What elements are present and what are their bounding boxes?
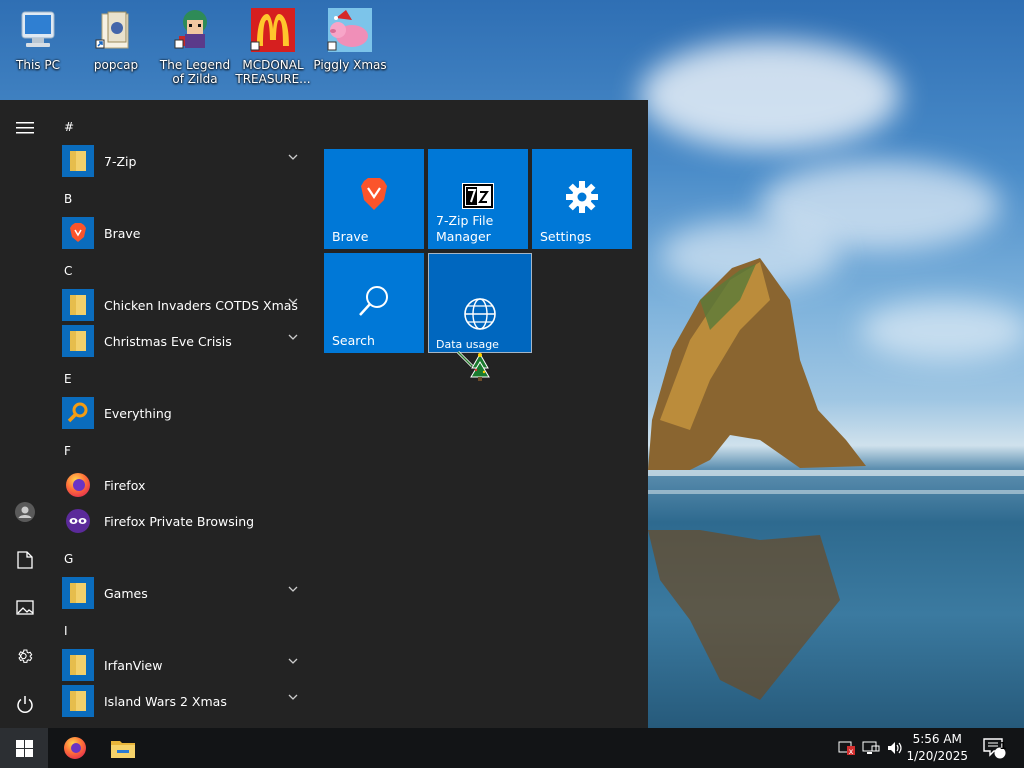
globe-icon <box>428 297 532 331</box>
group-header[interactable]: B <box>64 192 72 206</box>
app-item-games[interactable]: Games <box>62 576 312 610</box>
firefox-icon <box>62 469 94 501</box>
chevron-down-icon[interactable] <box>288 298 298 305</box>
volume-icon[interactable] <box>884 728 906 768</box>
chevron-down-icon[interactable] <box>288 658 298 665</box>
app-item-label: Island Wars 2 Xmas <box>104 693 227 709</box>
desktop-icon-label: popcap <box>93 58 139 72</box>
app-item-firefox[interactable]: Firefox <box>62 468 312 502</box>
desktop-icon-label: Piggly Xmas <box>313 58 387 72</box>
tile-7zip-file-manager[interactable]: 7-Zip File Manager <box>428 149 528 249</box>
app-item-label: 7-Zip <box>104 153 137 169</box>
user-icon[interactable] <box>0 488 50 536</box>
desktop-icon-label: The Legend of Zilda <box>159 58 231 86</box>
tile-brave[interactable]: Brave <box>324 149 424 249</box>
app-item-label: IrfanView <box>104 657 163 673</box>
tile-label-line: 7-Zip File <box>436 213 494 228</box>
desktop-icon-mcdonal-treasure[interactable]: MCDONAL TREASURE... <box>235 4 311 86</box>
app-item-everything[interactable]: Everything <box>62 396 312 430</box>
folder-icon <box>62 289 94 321</box>
security-alert-icon[interactable]: x <box>836 728 858 768</box>
chevron-down-icon[interactable] <box>288 586 298 593</box>
desktop-icon-label: MCDONAL TREASURE... <box>235 58 311 86</box>
tile-label: Brave <box>332 229 369 244</box>
notification-count: 1 <box>999 741 1007 752</box>
app-item-christmas-eve-crisis[interactable]: Christmas Eve Crisis <box>62 324 312 358</box>
app-item-label: Chicken Invaders COTDS Xmas <box>104 297 298 313</box>
group-header[interactable]: C <box>64 264 72 278</box>
windows-start-icon[interactable] <box>0 728 48 768</box>
firefox-icon[interactable] <box>52 728 98 768</box>
gear-icon <box>532 179 632 215</box>
tile-label: 7-Zip File Manager <box>436 213 493 245</box>
clock[interactable]: 5:56 AM 1/20/2025 <box>906 731 968 765</box>
brave-icon <box>62 217 94 249</box>
tile-search[interactable]: Search <box>324 253 424 353</box>
mcdonalds-icon <box>249 6 297 54</box>
tile-label: Search <box>332 333 375 348</box>
svg-text:x: x <box>849 747 854 756</box>
clock-date: 1/20/2025 <box>906 749 968 763</box>
group-header[interactable]: G <box>64 552 73 566</box>
desktop-icon-popcap[interactable]: popcap <box>78 4 154 72</box>
folder-icon <box>62 145 94 177</box>
app-item-island-wars[interactable]: Island Wars 2 Xmas <box>62 684 312 718</box>
group-header[interactable]: # <box>64 120 74 134</box>
xmas-tree-cursor <box>456 350 490 381</box>
notification-icon[interactable]: 1 <box>980 728 1008 768</box>
search-magnifier-icon <box>62 397 94 429</box>
settings-icon[interactable] <box>0 632 50 680</box>
documents-icon[interactable] <box>0 536 50 584</box>
folder-icon <box>62 649 94 681</box>
desktop-icon-legend-of-zilda[interactable]: The Legend of Zilda <box>157 4 233 86</box>
desktop-icon-this-pc[interactable]: This PC <box>0 4 76 72</box>
chevron-down-icon[interactable] <box>288 694 298 701</box>
app-item-firefox-private[interactable]: Firefox Private Browsing <box>62 504 312 538</box>
app-item-irfanview[interactable]: IrfanView <box>62 648 312 682</box>
brave-icon <box>324 177 424 213</box>
tile-label: Settings <box>540 229 592 244</box>
folder-icon <box>62 325 94 357</box>
desktop-icon-label: This PC <box>16 58 60 72</box>
tile-label-line: Manager <box>436 229 491 244</box>
7zip-icon <box>428 183 528 209</box>
app-item-label: Everything <box>104 405 172 421</box>
tile-data-usage[interactable]: Data usage <box>428 253 532 353</box>
taskbar: x 5:56 AM 1/20/2025 1 <box>0 728 1024 768</box>
firefox-private-icon <box>62 505 94 537</box>
network-icon[interactable] <box>860 728 882 768</box>
this-pc-icon <box>14 6 62 54</box>
menu-icon[interactable] <box>0 104 50 152</box>
app-item-label: Firefox <box>104 477 146 493</box>
app-item-brave[interactable]: Brave <box>62 216 312 250</box>
game-icon <box>171 6 219 54</box>
chevron-down-icon[interactable] <box>288 334 298 341</box>
start-rail <box>0 100 50 728</box>
app-list[interactable]: # 7-Zip B Brave C Chicken Invaders COTDS… <box>50 100 312 728</box>
app-item-label: Games <box>104 585 148 601</box>
folder-icon <box>62 577 94 609</box>
search-icon <box>324 283 424 319</box>
desktop-icon-piggly-xmas[interactable]: Piggly Xmas <box>312 4 388 72</box>
folder-shortcut-icon <box>92 6 140 54</box>
app-item-chicken-invaders[interactable]: Chicken Invaders COTDS Xmas <box>62 288 312 322</box>
group-header[interactable]: E <box>64 372 72 386</box>
group-header[interactable]: I <box>64 624 68 638</box>
tile-settings[interactable]: Settings <box>532 149 632 249</box>
start-menu: # 7-Zip B Brave C Chicken Invaders COTDS… <box>0 100 648 728</box>
file-explorer-icon[interactable] <box>100 728 146 768</box>
app-item-label: Christmas Eve Crisis <box>104 333 232 349</box>
chevron-down-icon[interactable] <box>288 154 298 161</box>
app-item-label: Brave <box>104 225 141 241</box>
app-item-7zip[interactable]: 7-Zip <box>62 144 312 178</box>
pictures-icon[interactable] <box>0 584 50 632</box>
clock-time: 5:56 AM <box>912 732 962 746</box>
pig-icon <box>326 6 374 54</box>
power-icon[interactable] <box>0 680 50 728</box>
group-header[interactable]: F <box>64 444 71 458</box>
folder-icon <box>62 685 94 717</box>
app-item-label: Firefox Private Browsing <box>104 513 255 529</box>
